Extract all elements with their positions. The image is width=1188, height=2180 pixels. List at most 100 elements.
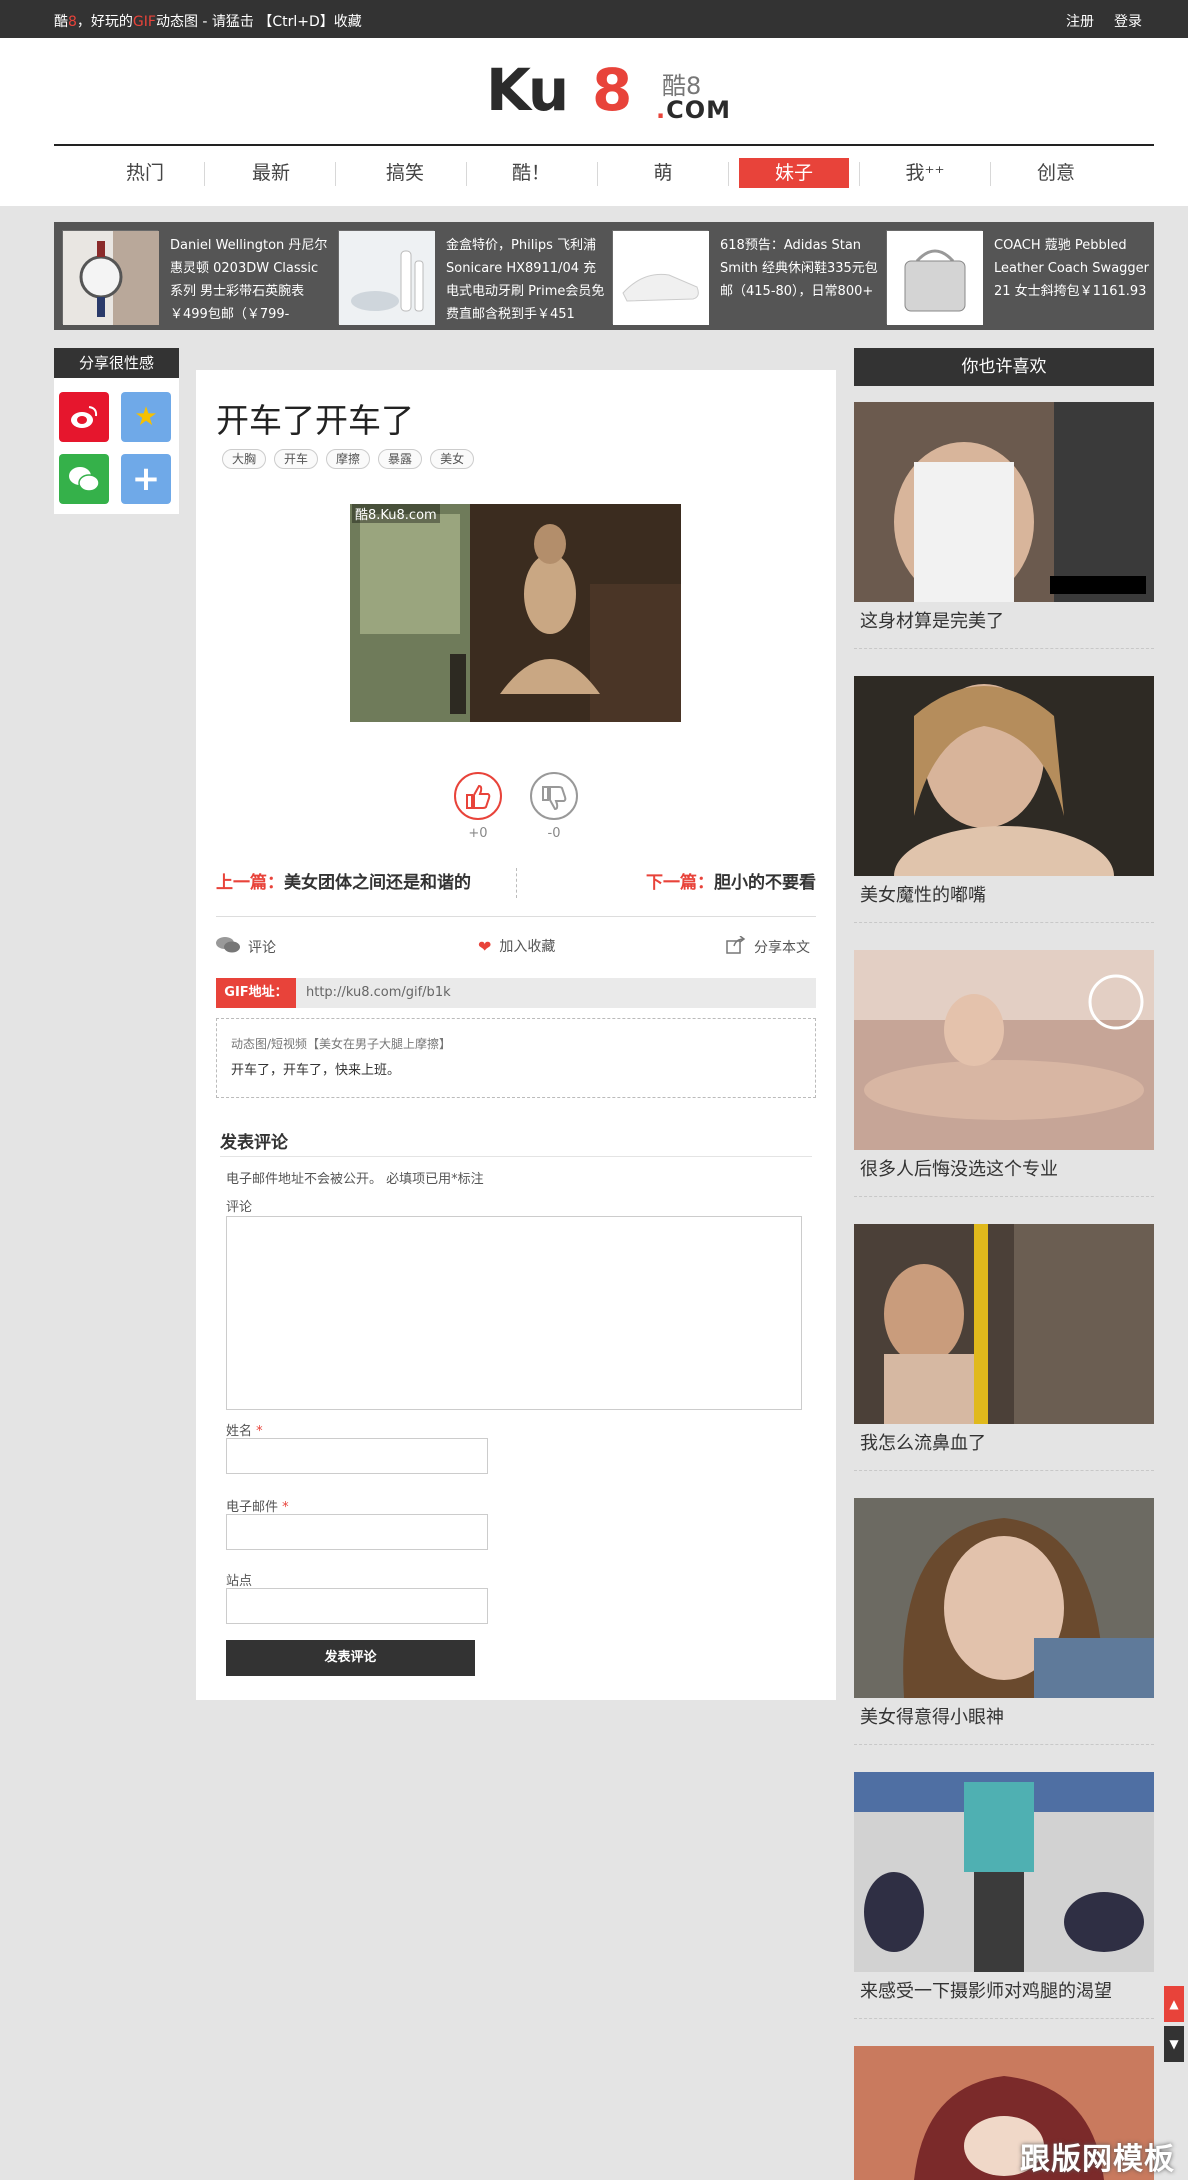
like-button[interactable] [454, 772, 502, 820]
tag-list: 大胸 开车 摩擦 暴露 美女 [222, 448, 482, 469]
sidebar-caption: 很多人后悔没选这个专业 [860, 1159, 1058, 1180]
sidebar-thumbnail [854, 950, 1154, 1150]
share-article-action[interactable]: 分享本文 [726, 935, 810, 958]
site-logo[interactable]: Ku 8 酷8 .COM [486, 56, 730, 126]
sidebar-item[interactable]: 这身材算是完美了 [854, 402, 1154, 649]
tag[interactable]: 摩擦 [326, 449, 371, 469]
site-header: Ku 8 酷8 .COM 热门 最新 搞笑 酷！ 萌 妹子 我⁺⁺ 创意 [0, 38, 1188, 206]
product-thumbnail-watch [62, 230, 159, 325]
product-card[interactable]: Daniel Wellington 丹尼尔惠灵顿 0203DW Classic系… [54, 230, 327, 325]
next-article-link[interactable]: 下一篇：胆小的不要看 [646, 868, 816, 893]
nav-item-latest[interactable]: 最新 [216, 158, 326, 188]
thumbs-down-icon [540, 786, 568, 816]
plus-icon: + [131, 459, 161, 499]
gif-url[interactable]: http://ku8.com/gif/b1k [306, 978, 451, 1008]
sidebar-caption: 美女魔性的嘟嘴 [860, 885, 986, 906]
more-share-button[interactable]: + [121, 454, 171, 504]
watermark-stamp: 跟版网模板 [1020, 2142, 1175, 2177]
article-actions: 评论 ❤ 加入收藏 分享本文 [216, 935, 816, 962]
qzone-share-button[interactable]: ★ [121, 392, 171, 442]
register-link[interactable]: 注册 [1066, 11, 1094, 31]
sidebar-item[interactable]: 我怎么流鼻血了 [854, 1224, 1154, 1471]
share-title: 分享很性感 [54, 348, 179, 378]
sidebar-item[interactable]: 来感受一下摄影师对鸡腿的渴望 [854, 1772, 1154, 2019]
gif-url-bar: GIF地址： http://ku8.com/gif/b1k [216, 978, 816, 1008]
site-tagline: 酷8，好玩的GIF动态图 - 请猛击 【Ctrl+D】收藏 [54, 14, 362, 30]
sidebar-caption: 这身材算是完美了 [860, 611, 1004, 632]
sidebar-thumbnail [854, 1224, 1154, 1424]
sidebar-thumbnail [854, 676, 1154, 876]
wechat-share-button[interactable] [59, 454, 109, 504]
product-card[interactable]: COACH 蔻驰 Pebbled Leather Coach Swagger 2… [878, 230, 1149, 325]
speech-bubble-icon [216, 936, 240, 958]
scroll-top-button[interactable]: ▲ [1164, 1986, 1184, 2022]
nav-item-cute[interactable]: 萌 [608, 158, 718, 188]
product-strip: Daniel Wellington 丹尼尔惠灵顿 0203DW Classic系… [54, 222, 1154, 330]
product-card[interactable]: 金盒特价，Philips 飞利浦 Sonicare HX8911/04 充电式电… [330, 230, 604, 325]
nav-item-funny[interactable]: 搞笑 [350, 158, 460, 188]
top-bar: 酷8，好玩的GIF动态图 - 请猛击 【Ctrl+D】收藏 注册 登录 [0, 0, 1188, 38]
weibo-share-button[interactable] [59, 392, 109, 442]
product-text: 618预告：Adidas Stan Smith 经典休闲鞋335元包邮（415-… [720, 238, 878, 299]
share-icon [726, 935, 746, 958]
site-label: 站点 [226, 1574, 253, 1589]
sidebar-item[interactable]: 美女得意得小眼神 [854, 1498, 1154, 1745]
tag[interactable]: 大胸 [222, 449, 267, 469]
comment-label: 评论 [226, 1200, 253, 1215]
nav-item-me[interactable]: 我⁺⁺ [870, 158, 980, 188]
star-icon: ★ [134, 402, 158, 432]
email-label: 电子邮件 * [226, 1500, 289, 1515]
comment-form-title: 发表评论 [220, 1133, 288, 1153]
description-text: 开车了，开车了，快来上班。 [231, 1063, 401, 1078]
dislike-button[interactable] [530, 772, 578, 820]
sidebar-title: 你也许喜欢 [854, 348, 1154, 386]
nav-item-hot[interactable]: 热门 [90, 158, 200, 188]
tag[interactable]: 暴露 [378, 449, 423, 469]
tag[interactable]: 美女 [430, 449, 475, 469]
sidebar-thumbnail [854, 1772, 1154, 1972]
sidebar-item[interactable]: 很多人后悔没选这个专业 [854, 950, 1154, 1197]
gif-image[interactable]: 酷8.Ku8.com [350, 504, 681, 722]
comment-form-note: 电子邮件地址不会被公开。 必填项已用*标注 [226, 1172, 484, 1187]
caret-down-icon: ▼ [1169, 2037, 1179, 2051]
nav-item-creative[interactable]: 创意 [1001, 158, 1111, 188]
article-description: 动态图/短视频【美女在男子大腿上摩擦】 开车了，开车了，快来上班。 [216, 1018, 816, 1098]
comment-action[interactable]: 评论 [216, 936, 276, 958]
login-link[interactable]: 登录 [1114, 11, 1142, 31]
sidebar-item[interactable]: 美女魔性的嘟嘴 [854, 676, 1154, 923]
nav-divider [54, 144, 1154, 146]
description-subtitle: 动态图/短视频【美女在男子大腿上摩擦】 [231, 1037, 452, 1051]
site-field[interactable] [226, 1588, 488, 1624]
product-thumbnail-toothbrush [338, 230, 435, 325]
product-text: Daniel Wellington 丹尼尔惠灵顿 0203DW Classic系… [170, 238, 328, 322]
article-panel: 开车了开车了 大胸 开车 摩擦 暴露 美女 酷8.Ku8.com +0 -0 上一篇：美… [196, 370, 836, 1700]
email-field[interactable] [226, 1514, 488, 1550]
sidebar-caption: 美女得意得小眼神 [860, 1707, 1004, 1728]
nav-item-cool[interactable]: 酷！ [476, 158, 586, 188]
product-thumbnail-bag [886, 230, 983, 325]
sidebar-thumbnail [854, 1498, 1154, 1698]
product-thumbnail-shoe [612, 230, 709, 325]
sidebar-thumbnail [854, 402, 1154, 602]
sidebar-caption: 来感受一下摄影师对鸡腿的渴望 [860, 1981, 1112, 2002]
tag[interactable]: 开车 [274, 449, 319, 469]
gif-url-label: GIF地址： [216, 978, 296, 1008]
product-card[interactable]: 618预告：Adidas Stan Smith 经典休闲鞋335元包邮（415-… [604, 230, 878, 325]
caret-up-icon: ▲ [1169, 1997, 1179, 2011]
sidebar-caption: 我怎么流鼻血了 [860, 1433, 986, 1454]
nav-item-girls[interactable]: 妹子 [739, 158, 849, 188]
share-box: 分享很性感 ★ + [54, 348, 179, 514]
image-watermark: 酷8.Ku8.com [352, 504, 440, 523]
name-field[interactable] [226, 1438, 488, 1474]
product-text: 金盒特价，Philips 飞利浦 Sonicare HX8911/04 充电式电… [446, 238, 605, 322]
favorite-action[interactable]: ❤ 加入收藏 [478, 936, 555, 956]
prev-next-nav: 上一篇：美女团体之间还是和谐的 下一篇：胆小的不要看 [216, 868, 816, 902]
main-nav: 热门 最新 搞笑 酷！ 萌 妹子 我⁺⁺ 创意 [68, 158, 1128, 192]
prev-article-link[interactable]: 上一篇：美女团体之间还是和谐的 [216, 868, 471, 893]
thumbs-up-icon [464, 784, 492, 815]
scroll-bottom-button[interactable]: ▼ [1164, 2026, 1184, 2062]
submit-comment-button[interactable]: 发表评论 [226, 1640, 475, 1676]
wechat-icon [68, 467, 100, 500]
comment-textarea[interactable] [226, 1216, 802, 1410]
dislike-count: -0 [547, 826, 561, 841]
